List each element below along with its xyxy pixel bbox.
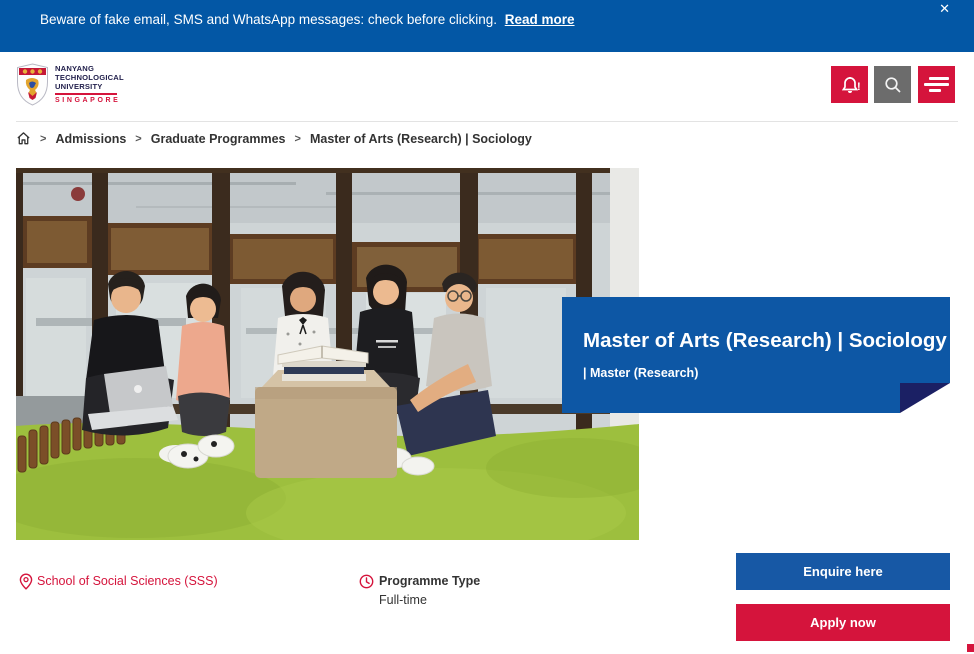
- read-more-link[interactable]: Read more: [505, 12, 575, 27]
- clock-icon: [359, 574, 374, 589]
- logo-line-1: NANYANG: [55, 64, 124, 73]
- page-title: Master of Arts (Research) | Sociology: [583, 329, 947, 353]
- breadcrumb: > Admissions > Graduate Programmes > Mas…: [16, 131, 532, 146]
- floating-widget-peek[interactable]: [967, 644, 974, 652]
- home-icon[interactable]: [16, 131, 31, 146]
- breadcrumb-admissions[interactable]: Admissions: [55, 132, 126, 146]
- breadcrumb-separator: >: [295, 133, 301, 145]
- page: Beware of fake email, SMS and WhatsApp m…: [0, 0, 974, 654]
- page-subtitle: | Master (Research): [583, 366, 698, 380]
- bell-icon: !: [839, 75, 861, 95]
- breadcrumb-separator: >: [135, 133, 141, 145]
- alert-message-text: Beware of fake email, SMS and WhatsApp m…: [40, 12, 497, 27]
- ntu-logo[interactable]: NANYANG TECHNOLOGICAL UNIVERSITY SINGAPO…: [16, 63, 124, 106]
- header-divider: [16, 121, 958, 122]
- ribbon-fold-corner: [900, 383, 950, 413]
- logo-line-2: TECHNOLOGICAL: [55, 73, 124, 82]
- notifications-button[interactable]: !: [831, 66, 868, 103]
- logo-country: SINGAPORE: [55, 97, 124, 104]
- programme-title-banner: Master of Arts (Research) | Sociology | …: [562, 297, 950, 413]
- search-icon: [883, 75, 903, 95]
- alert-message: Beware of fake email, SMS and WhatsApp m…: [40, 12, 575, 27]
- location-pin-icon: [19, 573, 33, 590]
- menu-button[interactable]: [918, 66, 955, 103]
- programme-type-value: Full-time: [379, 593, 427, 607]
- breadcrumb-separator: >: [40, 133, 46, 145]
- apply-button[interactable]: Apply now: [736, 604, 950, 641]
- close-icon[interactable]: ✕: [939, 0, 950, 18]
- logo-line-3: UNIVERSITY: [55, 82, 124, 91]
- breadcrumb-graduate-programmes[interactable]: Graduate Programmes: [151, 132, 286, 146]
- hamburger-icon: [924, 74, 950, 96]
- alert-banner: Beware of fake email, SMS and WhatsApp m…: [0, 0, 974, 52]
- ntu-crest-icon: [16, 63, 49, 106]
- svg-text:!: !: [857, 81, 861, 93]
- logo-text: NANYANG TECHNOLOGICAL UNIVERSITY SINGAPO…: [55, 63, 124, 104]
- hero-image: [16, 168, 639, 540]
- breadcrumb-current-page: Master of Arts (Research) | Sociology: [310, 132, 532, 146]
- enquire-button[interactable]: Enquire here: [736, 553, 950, 590]
- programme-type-label: Programme Type: [379, 574, 480, 588]
- logo-divider: [55, 93, 117, 95]
- school-link[interactable]: School of Social Sciences (SSS): [37, 574, 218, 588]
- search-button[interactable]: [874, 66, 911, 103]
